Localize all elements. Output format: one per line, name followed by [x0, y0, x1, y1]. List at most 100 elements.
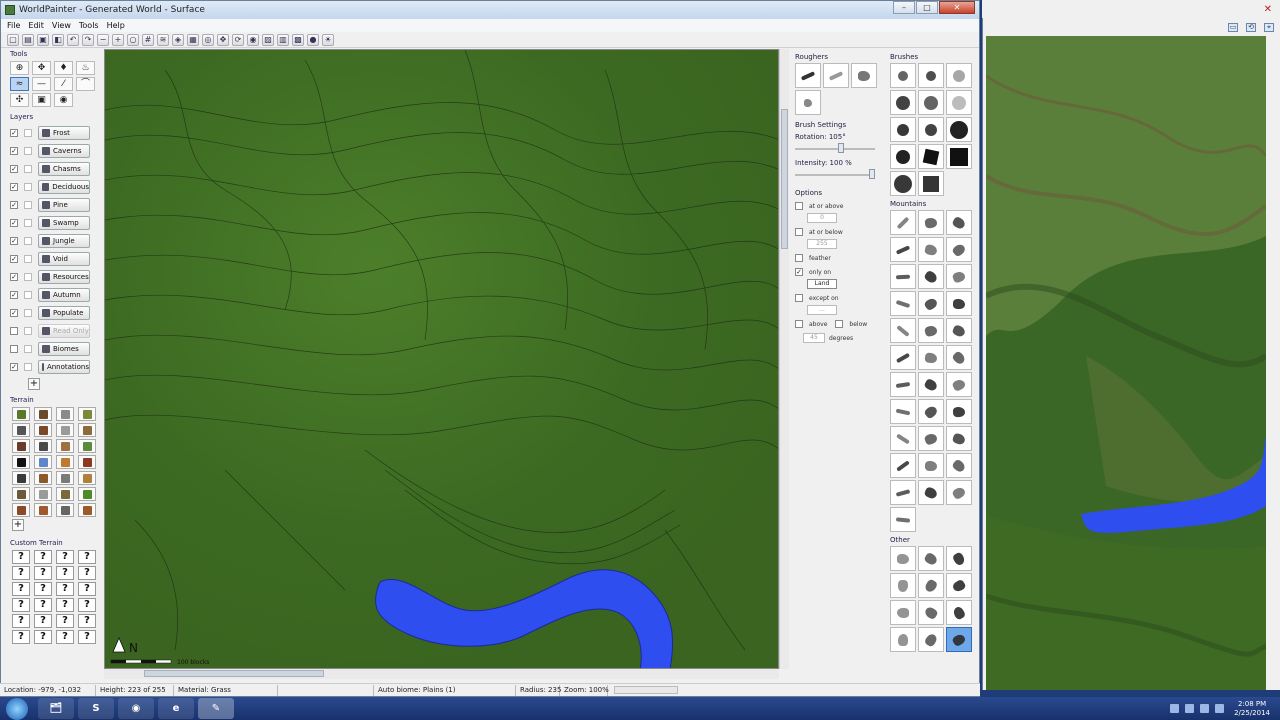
layer-solo-checkbox-void[interactable]	[24, 255, 32, 263]
rotation-slider-knob[interactable]	[837, 143, 844, 153]
custom-terrain-slot-24[interactable]: ?	[78, 630, 96, 644]
mountain-brush-30[interactable]	[946, 453, 972, 478]
mountain-brush-4[interactable]	[890, 237, 916, 262]
mountain-brush-28[interactable]	[890, 453, 916, 478]
tray-network-icon[interactable]	[1185, 704, 1195, 713]
target-icon[interactable]: ◉	[247, 33, 259, 46]
terrain-swatch-4[interactable]	[78, 407, 96, 421]
custom-terrain-slot-7[interactable]: ?	[56, 566, 74, 580]
mountain-brush-14[interactable]	[918, 318, 944, 343]
custom-terrain-slot-5[interactable]: ?	[12, 566, 30, 580]
layer-solo-checkbox-deciduous[interactable]	[24, 183, 32, 191]
map-horizontal-scrollbar[interactable]	[104, 669, 779, 679]
vertical-scroll-thumb[interactable]	[781, 109, 788, 249]
terrain-swatch-10[interactable]	[34, 439, 52, 453]
custom-terrain-slot-12[interactable]: ?	[78, 582, 96, 596]
rougher-brush-2[interactable]	[823, 63, 849, 88]
brush-button-10[interactable]	[890, 144, 916, 169]
brush-button-11[interactable]	[918, 144, 944, 169]
maximize-button[interactable]: □	[916, 1, 938, 14]
custom-terrain-slot-3[interactable]: ?	[56, 550, 74, 564]
terrain-swatch-7[interactable]	[56, 423, 74, 437]
below-checkbox[interactable]	[835, 320, 844, 328]
layer-visible-checkbox-chasms[interactable]: ✓	[10, 165, 18, 173]
layer-solo-checkbox-populate[interactable]	[24, 309, 32, 317]
terrain-swatch-24[interactable]	[78, 487, 96, 501]
other-brush-9[interactable]	[946, 600, 972, 625]
tool-button-7[interactable]: ⁄	[54, 77, 73, 91]
zoom-reset-icon[interactable]: ○	[127, 33, 139, 46]
layer-visible-checkbox-deciduous[interactable]: ✓	[10, 183, 18, 191]
zoom-out-icon[interactable]: −	[97, 33, 109, 46]
layer-button-pine[interactable]: Pine	[38, 198, 90, 212]
second-window-titlebar[interactable]: ✕	[982, 0, 1280, 18]
brush-button-9[interactable]	[946, 117, 972, 142]
layer-solo-checkbox-caverns[interactable]	[24, 147, 32, 155]
brush-button-2[interactable]	[918, 63, 944, 88]
minimize-button[interactable]: –	[893, 1, 915, 14]
terrain-swatch-14[interactable]	[34, 455, 52, 469]
start-button[interactable]	[6, 697, 28, 720]
layer-visible-checkbox-read-only[interactable]	[10, 327, 18, 335]
custom-terrain-slot-23[interactable]: ?	[56, 630, 74, 644]
export-icon[interactable]: ◧	[52, 33, 64, 46]
mountain-brush-13[interactable]	[890, 318, 916, 343]
brush-button-5[interactable]	[918, 90, 944, 115]
layer-button-deciduous[interactable]: Deciduous	[38, 180, 90, 194]
option-checkbox-only-on[interactable]: ✓	[795, 268, 803, 276]
brush-button-14[interactable]	[918, 171, 944, 196]
terrain-swatch-5[interactable]	[12, 423, 30, 437]
mountain-brush-19[interactable]	[890, 372, 916, 397]
other-brush-7[interactable]	[890, 600, 916, 625]
mountain-brush-2[interactable]	[918, 210, 944, 235]
mountain-brush-9[interactable]	[946, 264, 972, 289]
custom-terrain-slot-4[interactable]: ?	[78, 550, 96, 564]
layer-button-autumn[interactable]: Autumn	[38, 288, 90, 302]
tray-power-icon[interactable]	[1215, 704, 1225, 713]
option-checkbox-except-on[interactable]	[795, 294, 803, 302]
layer-button-void[interactable]: Void	[38, 252, 90, 266]
terrain-swatch-9[interactable]	[12, 439, 30, 453]
custom-terrain-slot-8[interactable]: ?	[78, 566, 96, 580]
mountain-brush-23[interactable]	[918, 399, 944, 424]
other-brush-5[interactable]	[918, 573, 944, 598]
tool-button-1[interactable]: ⊕	[10, 61, 29, 75]
undo-icon[interactable]: ↶	[67, 33, 79, 46]
custom-terrain-slot-19[interactable]: ?	[56, 614, 74, 628]
terrain-swatch-16[interactable]	[78, 455, 96, 469]
mountain-brush-16[interactable]	[890, 345, 916, 370]
layer-visible-checkbox-resources[interactable]: ✓	[10, 273, 18, 281]
tool-button-10[interactable]: ▣	[32, 93, 51, 107]
menu-tools[interactable]: Tools	[79, 21, 99, 30]
rougher-brush-4[interactable]	[795, 90, 821, 115]
layer-solo-checkbox-pine[interactable]	[24, 201, 32, 209]
option-checkbox-at-or-below[interactable]	[795, 228, 803, 236]
rotation-slider[interactable]	[795, 143, 875, 153]
mountain-brush-22[interactable]	[890, 399, 916, 424]
layer-button-resources[interactable]: Resources	[38, 270, 90, 284]
chrome-icon[interactable]: ◉	[118, 698, 154, 719]
brush-button-13[interactable]	[890, 171, 916, 196]
3d-view-rotate-icon[interactable]: ⟲	[1246, 22, 1256, 32]
custom-terrain-slot-17[interactable]: ?	[12, 614, 30, 628]
custom-terrain-slot-22[interactable]: ?	[34, 630, 52, 644]
rougher-brush-1[interactable]	[795, 63, 821, 88]
mountain-brush-3[interactable]	[946, 210, 972, 235]
layer-button-chasms[interactable]: Chasms	[38, 162, 90, 176]
layer-solo-checkbox-jungle[interactable]	[24, 237, 32, 245]
tray-flag-icon[interactable]	[1170, 704, 1180, 713]
layer-visible-checkbox-annotations[interactable]: ✓	[10, 363, 18, 371]
custom-terrain-slot-1[interactable]: ?	[12, 550, 30, 564]
menu-edit[interactable]: Edit	[28, 21, 44, 30]
layer-visible-checkbox-swamp[interactable]: ✓	[10, 219, 18, 227]
terrain-swatch-11[interactable]	[56, 439, 74, 453]
other-brush-12[interactable]	[946, 627, 972, 652]
brush-button-1[interactable]	[890, 63, 916, 88]
layer-solo-checkbox-frost[interactable]	[24, 129, 32, 137]
overlay-icon[interactable]: ▥	[277, 33, 289, 46]
globe-icon[interactable]: ◎	[202, 33, 214, 46]
terrain-swatch-17[interactable]	[12, 471, 30, 485]
layer-solo-checkbox-chasms[interactable]	[24, 165, 32, 173]
view-icon[interactable]: ◈	[172, 33, 184, 46]
mountain-brush-26[interactable]	[918, 426, 944, 451]
